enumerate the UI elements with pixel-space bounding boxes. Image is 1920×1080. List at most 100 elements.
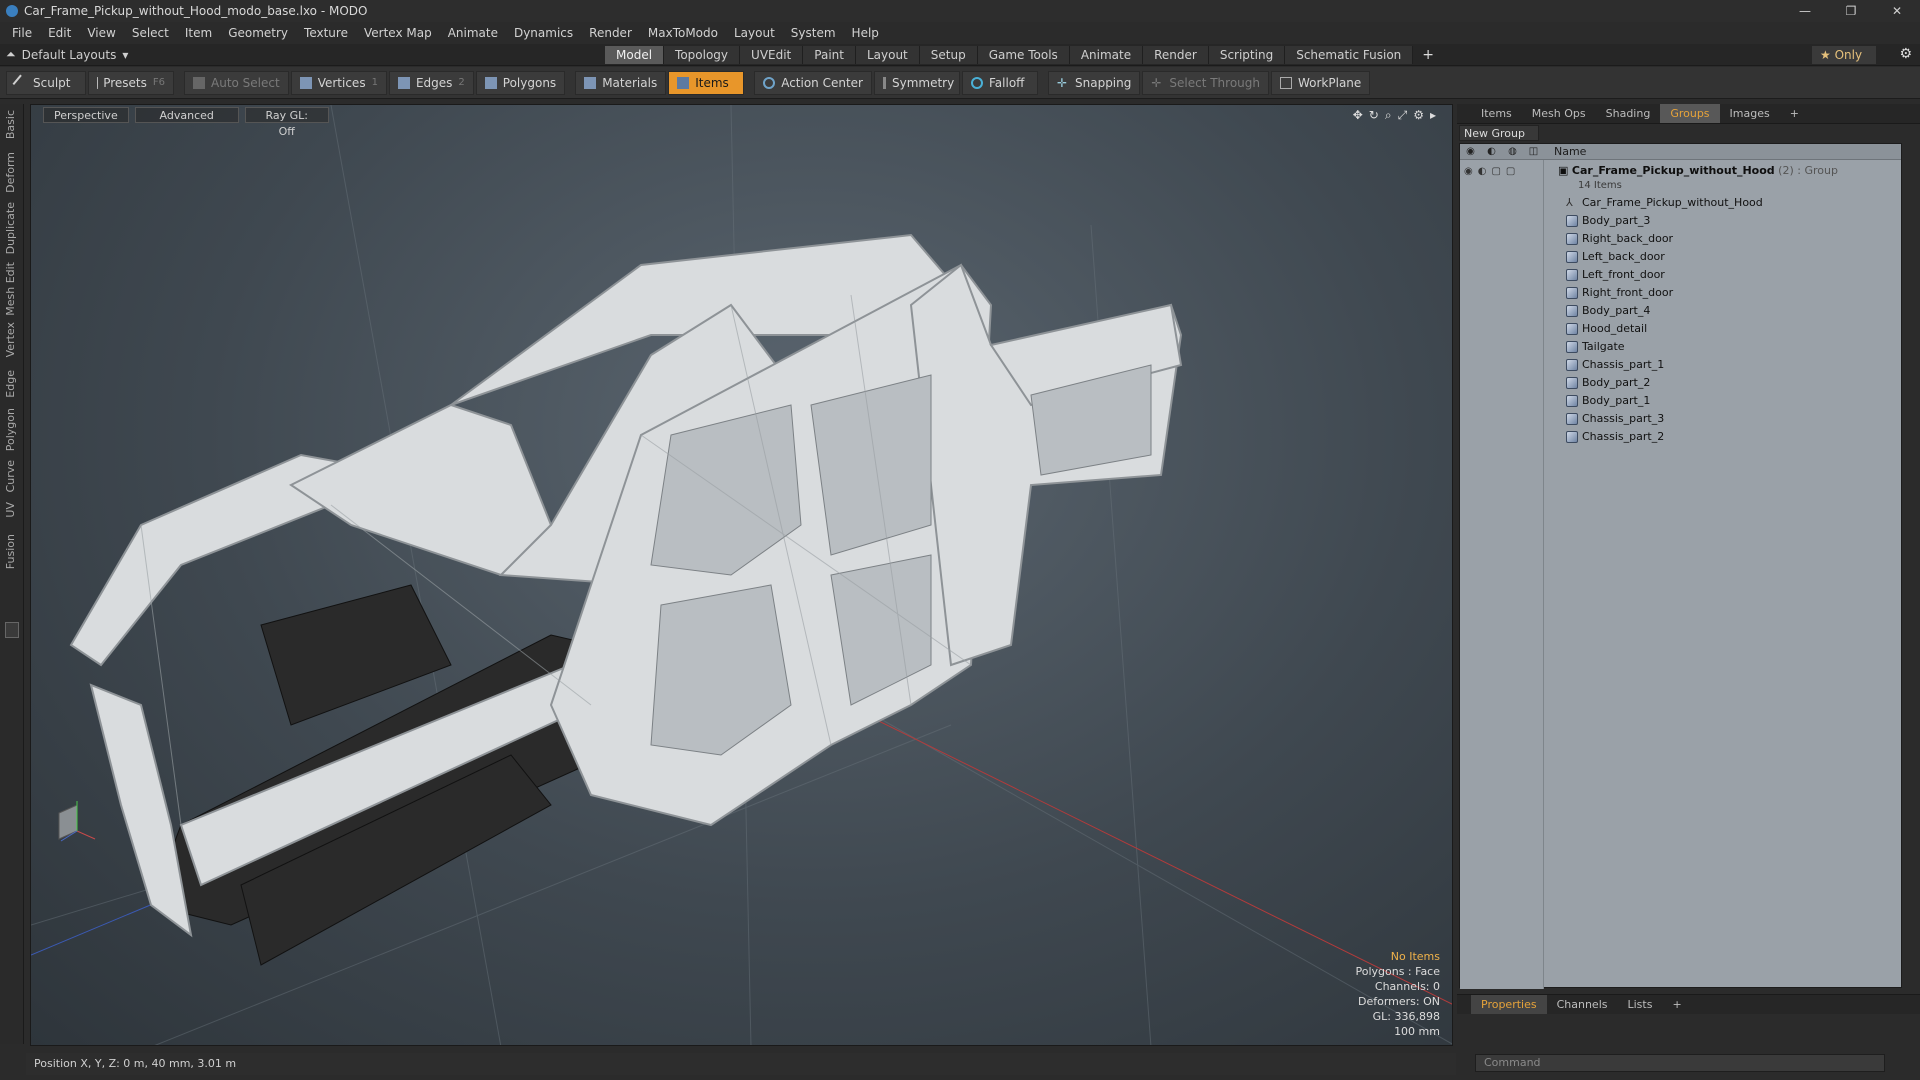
symmetry-button[interactable]: Symmetry <box>874 70 960 95</box>
menu-dynamics[interactable]: Dynamics <box>506 26 581 40</box>
list-item[interactable]: Right_back_door <box>1544 230 1902 248</box>
presets-button[interactable]: Presets F6 <box>88 70 174 95</box>
menu-select[interactable]: Select <box>124 26 177 40</box>
3d-viewport[interactable]: Perspective Advanced Ray GL: Off ✥ ↻ ⌕ ⤢… <box>30 104 1453 1046</box>
list-item[interactable]: Body_part_1 <box>1544 392 1902 410</box>
select-icon[interactable]: ◫ <box>1523 146 1544 157</box>
tab-render[interactable]: Render <box>1143 46 1209 64</box>
tab-setup[interactable]: Setup <box>919 46 978 64</box>
tab-groups[interactable]: Groups <box>1660 104 1720 123</box>
tab-uvedit[interactable]: UVEdit <box>740 46 804 64</box>
select-toggle-icon[interactable]: ▢ <box>1506 166 1515 177</box>
list-item[interactable]: Left_front_door <box>1544 266 1902 284</box>
falloff-button[interactable]: Falloff <box>962 70 1038 95</box>
auto-select-button[interactable]: Auto Select <box>184 70 289 95</box>
tab-model[interactable]: Model <box>605 46 665 64</box>
tab-lists[interactable]: Lists <box>1618 995 1663 1014</box>
close-button[interactable]: ✕ <box>1874 0 1920 22</box>
maximize-button[interactable]: ❐ <box>1828 0 1874 22</box>
list-item[interactable]: Tailgate <box>1544 338 1902 356</box>
select-through-icon: ✛ <box>1151 75 1162 90</box>
command-input[interactable]: Command <box>1475 1054 1885 1072</box>
menu-view[interactable]: View <box>79 26 123 40</box>
tab-scripting[interactable]: Scripting <box>1208 46 1286 64</box>
tab-images[interactable]: Images <box>1720 104 1780 123</box>
edges-button[interactable]: Edges 2 <box>388 70 474 95</box>
render-toggle-icon[interactable]: ◐ <box>1478 166 1487 177</box>
tab-animate[interactable]: Animate <box>1069 46 1144 64</box>
menu-render[interactable]: Render <box>581 26 640 40</box>
panel-toggle-icon[interactable] <box>5 622 19 638</box>
tab-polygon[interactable]: Polygon <box>4 408 20 451</box>
tab-basic[interactable]: Basic <box>4 110 20 139</box>
tab-paint[interactable]: Paint <box>803 46 856 64</box>
menu-maxtomodo[interactable]: MaxToModo <box>640 26 726 40</box>
item-icon <box>677 76 690 89</box>
gear-icon[interactable]: ⚙ <box>1899 46 1912 62</box>
workplane-button[interactable]: WorkPlane <box>1270 70 1371 95</box>
menu-animate[interactable]: Animate <box>440 26 506 40</box>
only-toggle[interactable]: ★ Only <box>1812 46 1876 64</box>
menu-layout[interactable]: Layout <box>726 26 783 40</box>
tab-deform[interactable]: Deform <box>4 152 20 193</box>
tab-shading[interactable]: Shading <box>1596 104 1661 123</box>
items-button[interactable]: Items <box>668 70 745 95</box>
tab-topology[interactable]: Topology <box>664 46 741 64</box>
layout-selector[interactable]: ⏶ Default Layouts ▾ <box>6 47 128 62</box>
group-visibility-toggles[interactable]: ◉ ◐ ▢ ▢ <box>1460 160 1543 183</box>
vertices-button[interactable]: Vertices 1 <box>290 70 387 95</box>
menu-system[interactable]: System <box>783 26 844 40</box>
tab-items[interactable]: Items <box>1471 104 1522 123</box>
lock-icon[interactable]: ◍ <box>1502 146 1523 157</box>
eye-toggle-icon[interactable]: ◉ <box>1464 166 1473 177</box>
add-tab-icon[interactable]: + <box>1413 46 1443 64</box>
tab-channels[interactable]: Channels <box>1547 995 1618 1014</box>
tab-fusion[interactable]: Fusion <box>4 534 20 569</box>
menu-texture[interactable]: Texture <box>296 26 356 40</box>
list-item[interactable]: Hood_detail <box>1544 320 1902 338</box>
tab-duplicate[interactable]: Duplicate <box>4 202 20 254</box>
new-group-button[interactable]: New Group <box>1459 125 1539 141</box>
list-item[interactable]: Body_part_2 <box>1544 374 1902 392</box>
tab-properties[interactable]: Properties <box>1471 995 1547 1014</box>
minimize-button[interactable]: — <box>1782 0 1828 22</box>
list-item[interactable]: Body_part_4 <box>1544 302 1902 320</box>
add-panel-tab-icon[interactable]: + <box>1780 104 1809 123</box>
tab-curve[interactable]: Curve <box>4 460 20 492</box>
tab-mesh-edit[interactable]: Mesh Edit <box>4 262 20 316</box>
list-item[interactable]: Right_front_door <box>1544 284 1902 302</box>
materials-button[interactable]: Materials <box>575 70 667 95</box>
menu-help[interactable]: Help <box>844 26 887 40</box>
list-item[interactable]: Body_part_3 <box>1544 212 1902 230</box>
menu-item[interactable]: Item <box>177 26 220 40</box>
name-column-header[interactable]: Name <box>1554 145 1586 158</box>
snapping-button[interactable]: ✛ Snapping <box>1048 70 1141 95</box>
render-icon[interactable]: ◐ <box>1481 146 1502 157</box>
add-properties-tab-icon[interactable]: + <box>1662 995 1691 1014</box>
list-item[interactable]: ⅄ Car_Frame_Pickup_without_Hood <box>1544 194 1902 212</box>
tab-schematic-fusion[interactable]: Schematic Fusion <box>1285 46 1414 64</box>
menu-vertex-map[interactable]: Vertex Map <box>356 26 440 40</box>
menu-geometry[interactable]: Geometry <box>220 26 296 40</box>
tab-layout[interactable]: Layout <box>855 46 920 64</box>
list-item[interactable]: Left_back_door <box>1544 248 1902 266</box>
list-item[interactable]: Chassis_part_1 <box>1544 356 1902 374</box>
menu-file[interactable]: File <box>4 26 40 40</box>
list-item[interactable]: Chassis_part_3 <box>1544 410 1902 428</box>
menu-edit[interactable]: Edit <box>40 26 79 40</box>
list-item[interactable]: Chassis_part_2 <box>1544 428 1902 446</box>
eye-icon[interactable]: ◉ <box>1460 146 1481 157</box>
tab-edge[interactable]: Edge <box>4 370 20 398</box>
lock-toggle-icon[interactable]: ▢ <box>1491 166 1500 177</box>
symmetry-icon <box>883 76 886 89</box>
tab-mesh-ops[interactable]: Mesh Ops <box>1522 104 1596 123</box>
polygons-button[interactable]: Polygons <box>475 70 566 95</box>
sculpt-button[interactable]: Sculpt <box>6 70 86 95</box>
group-row[interactable]: ▣ Car_Frame_Pickup_without_Hood (2) : Gr… <box>1544 162 1902 180</box>
tab-vertex[interactable]: Vertex <box>4 322 20 357</box>
workspace-tabs: Model Topology UVEdit Paint Layout Setup… <box>605 46 1443 64</box>
select-through-button[interactable]: ✛ Select Through <box>1142 70 1269 95</box>
action-center-button[interactable]: Action Center <box>754 70 872 95</box>
tab-game-tools[interactable]: Game Tools <box>977 46 1070 64</box>
tab-uv[interactable]: UV <box>4 502 20 518</box>
